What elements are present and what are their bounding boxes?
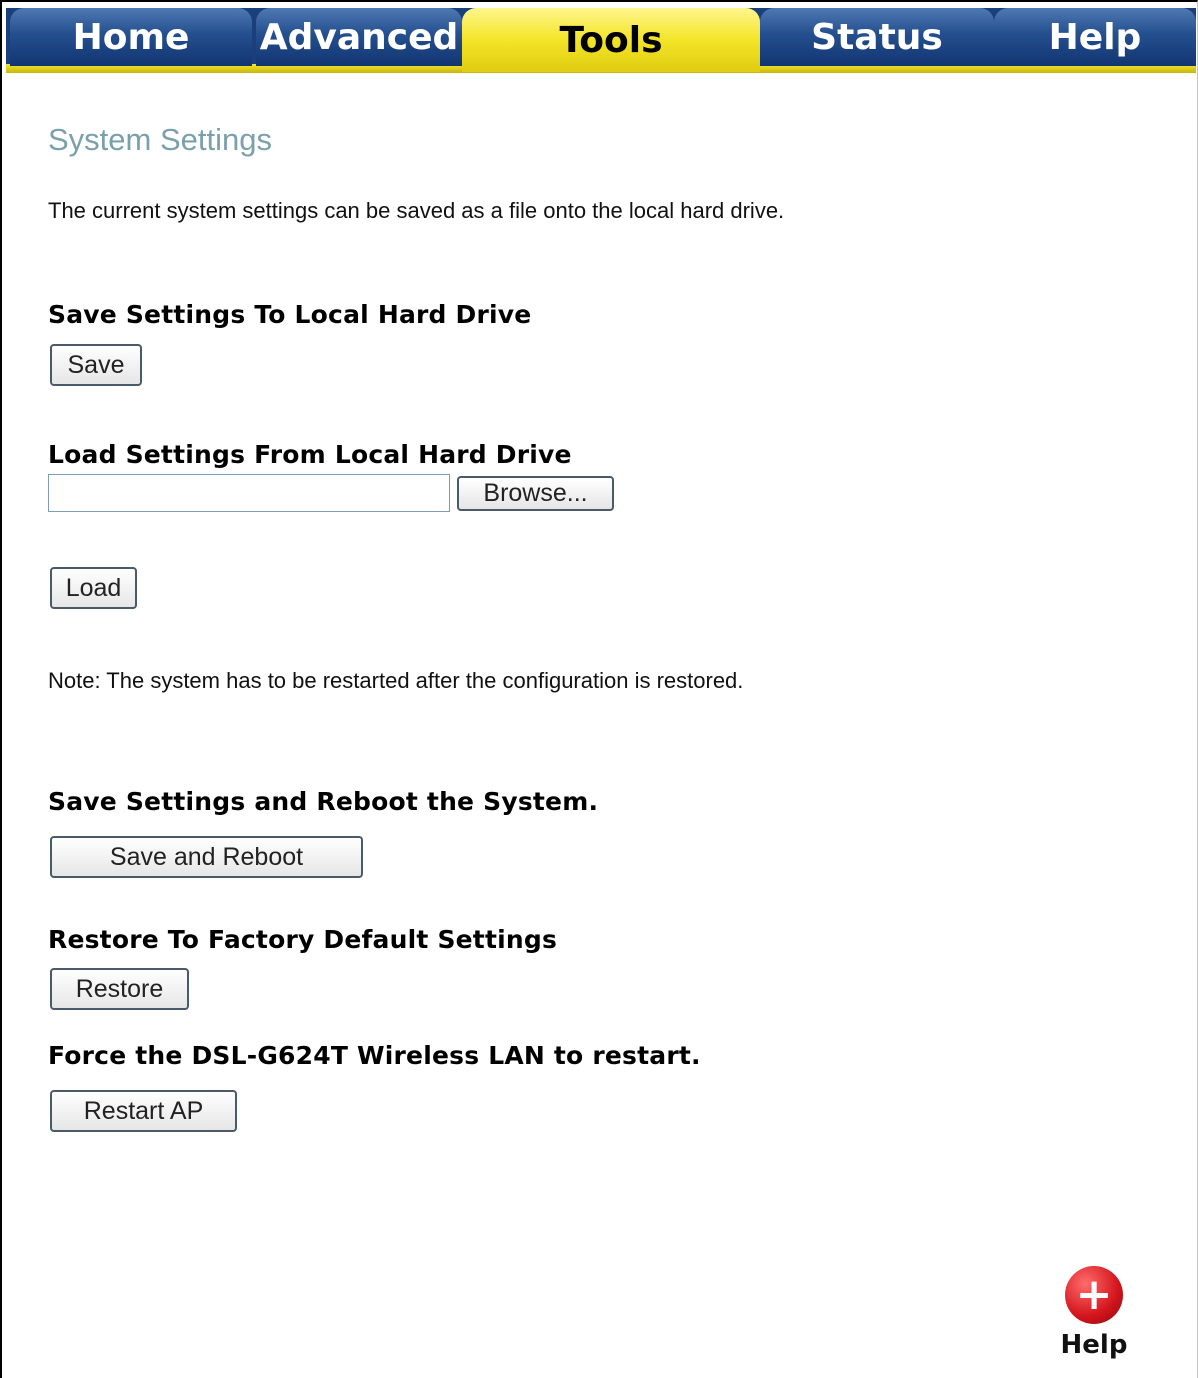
help-label[interactable]: Help <box>1058 1330 1130 1360</box>
load-button[interactable]: Load <box>50 567 137 609</box>
tab-advanced[interactable]: Advanced <box>256 8 462 66</box>
save-and-reboot-button[interactable]: Save and Reboot <box>50 836 363 878</box>
tab-tools[interactable]: Tools <box>462 8 760 72</box>
help-widget[interactable]: + Help <box>1058 1266 1130 1360</box>
restart-ap-button[interactable]: Restart AP <box>50 1090 237 1132</box>
restore-button[interactable]: Restore <box>50 968 189 1010</box>
tab-help[interactable]: Help <box>994 8 1196 66</box>
plus-icon[interactable]: + <box>1065 1266 1123 1324</box>
tab-home[interactable]: Home <box>10 8 252 66</box>
restore-heading: Restore To Factory Default Settings <box>48 925 558 954</box>
load-settings-heading: Load Settings From Local Hard Drive <box>48 440 572 469</box>
file-path-input[interactable] <box>48 474 450 512</box>
tab-status[interactable]: Status <box>760 8 994 66</box>
page-title: System Settings <box>48 122 272 157</box>
restore-note: Note: The system has to be restarted aft… <box>48 668 744 693</box>
restart-heading: Force the DSL-G624T Wireless LAN to rest… <box>48 1041 701 1070</box>
browse-button[interactable]: Browse... <box>457 476 614 511</box>
page-description: The current system settings can be saved… <box>48 198 785 223</box>
reboot-heading: Save Settings and Reboot the System. <box>48 787 599 816</box>
save-button[interactable]: Save <box>50 344 142 386</box>
save-settings-heading: Save Settings To Local Hard Drive <box>48 300 532 329</box>
